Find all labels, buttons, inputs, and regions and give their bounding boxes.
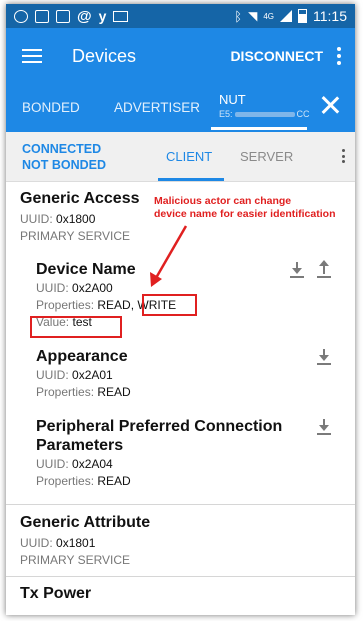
phone-screen: @ y ᛒ ◥ 4G 11:15 Devices DISCONNECT BOND…: [6, 4, 355, 615]
annotation-arrow: [150, 225, 188, 287]
